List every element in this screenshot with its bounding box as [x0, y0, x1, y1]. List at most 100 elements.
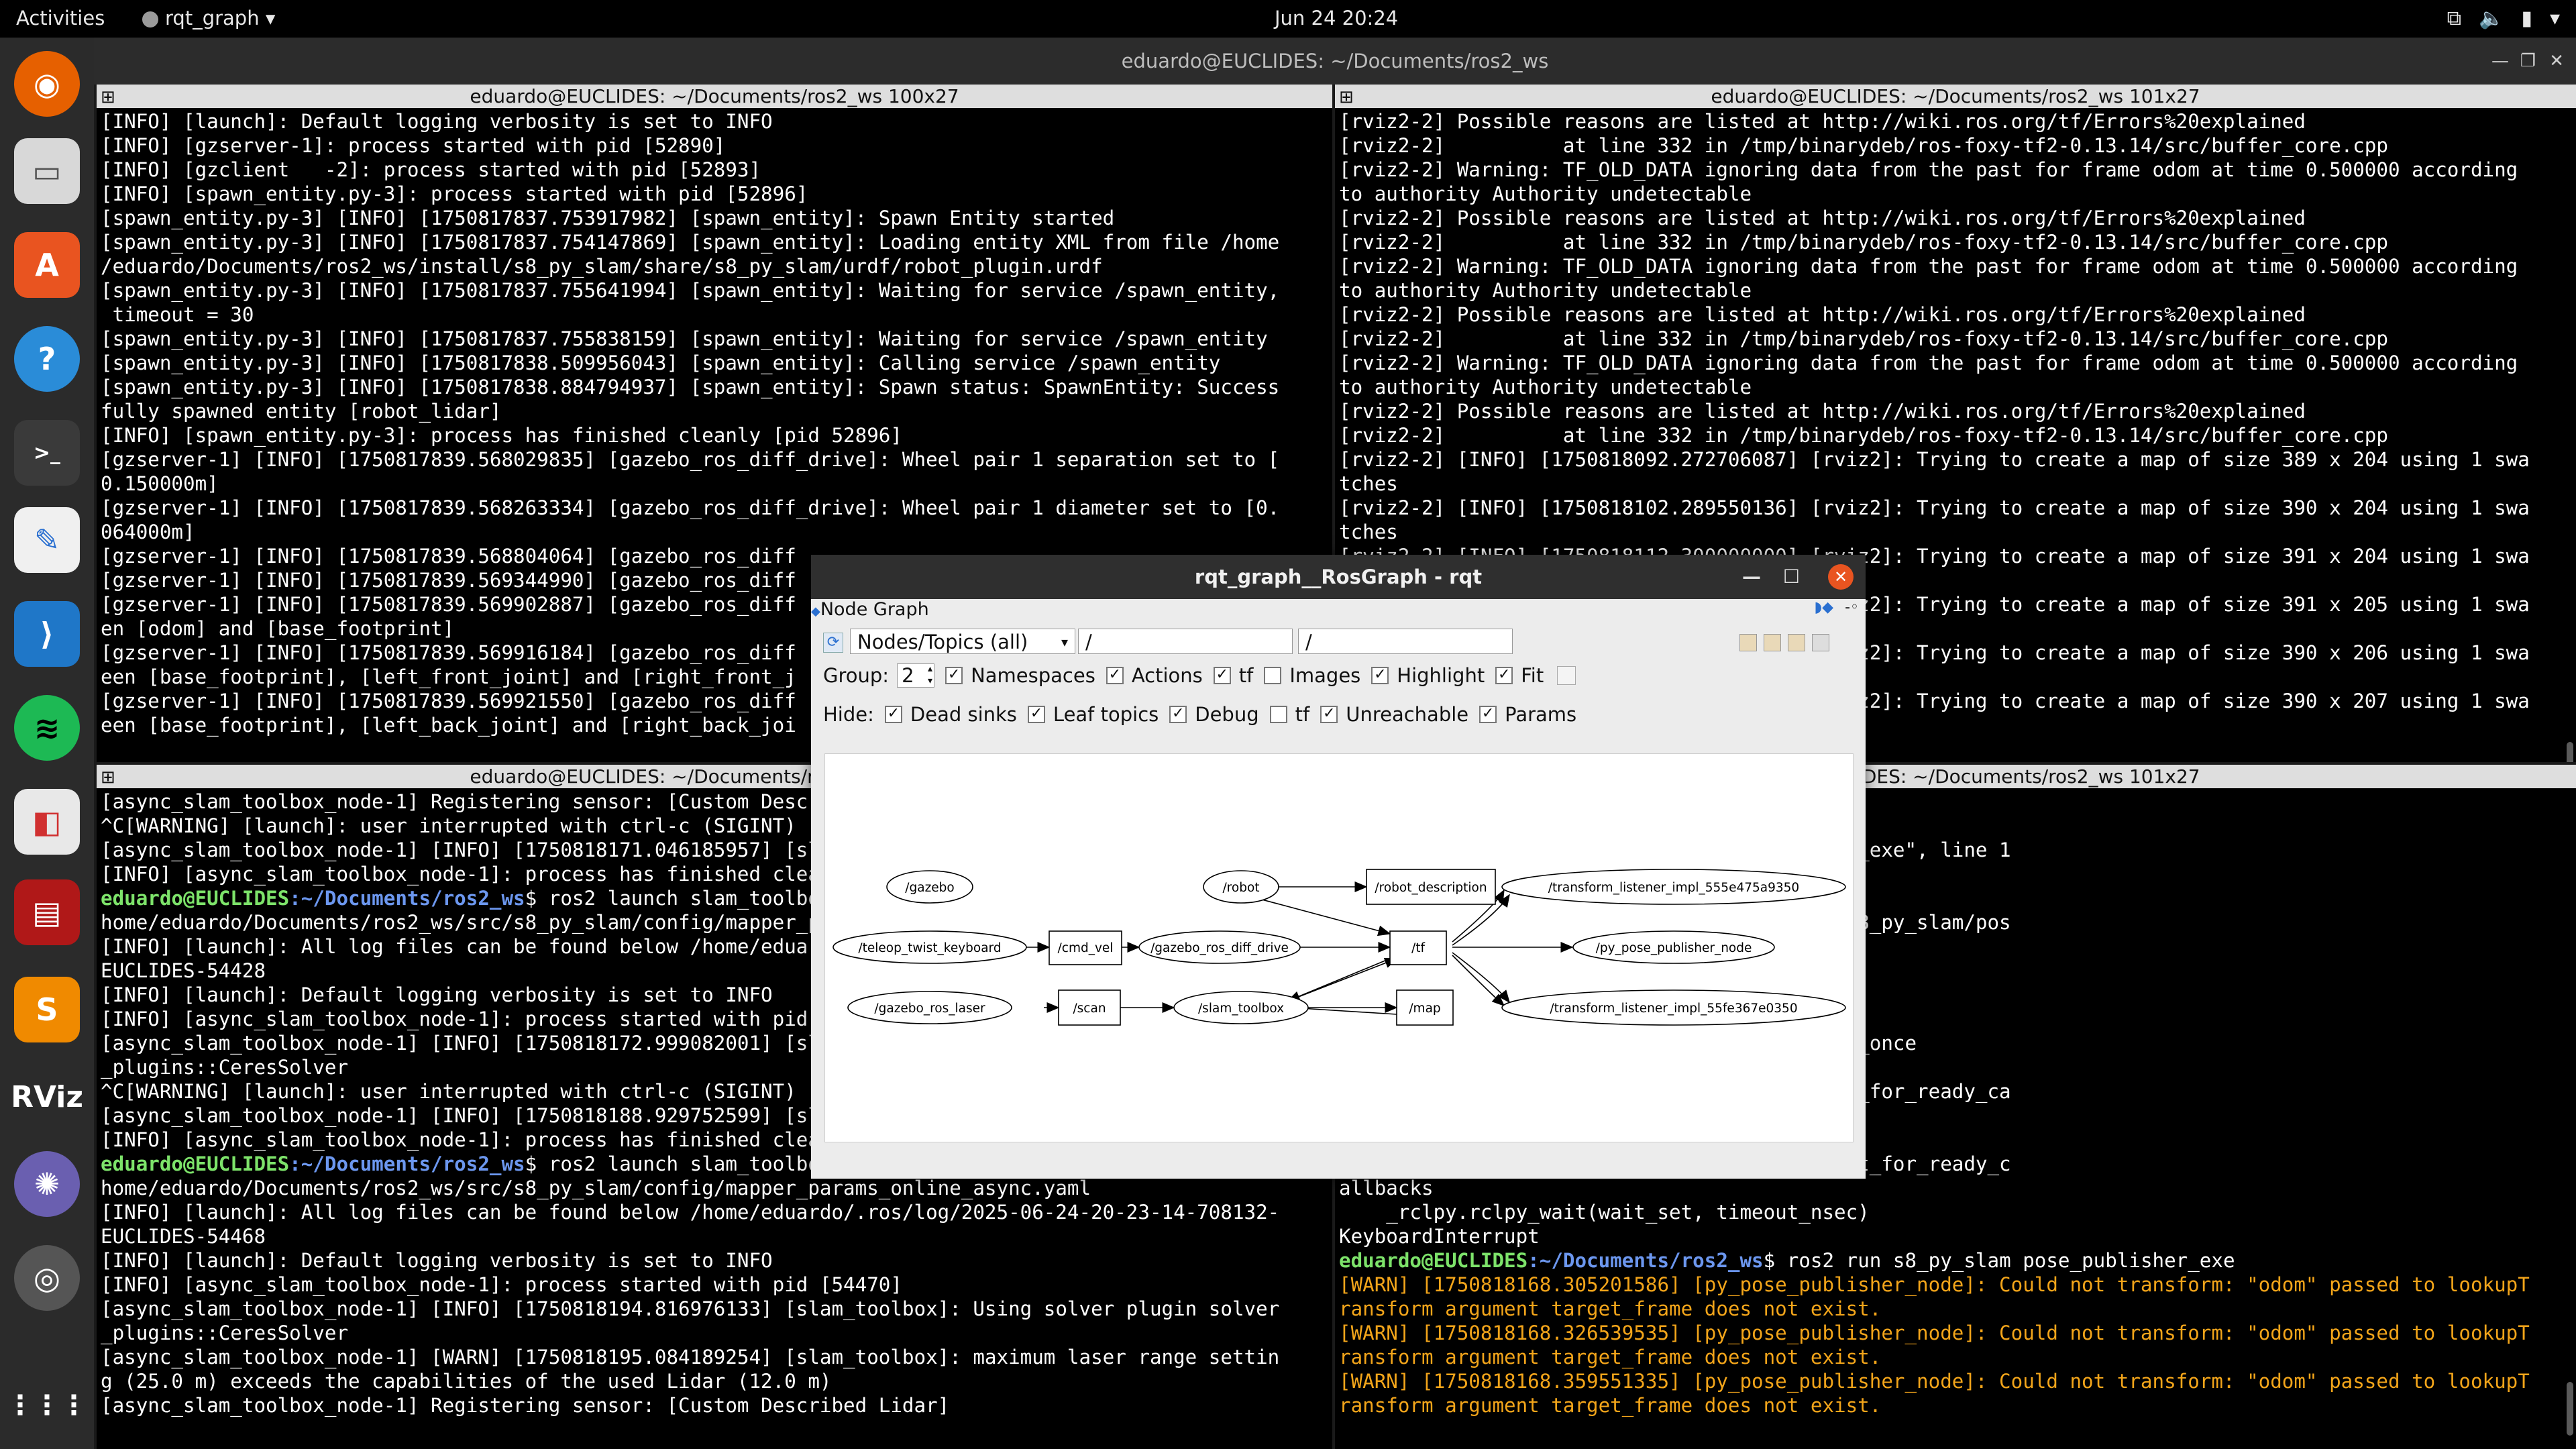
option-actions-checkbox[interactable]: ✓ Actions — [1099, 664, 1203, 687]
text-editor-icon[interactable]: ✎ — [14, 507, 80, 573]
files-icon[interactable]: ▭ — [14, 138, 80, 204]
checkbox-box[interactable]: ✓ — [1479, 706, 1497, 723]
checkbox-box[interactable]: ✓ — [1027, 706, 1045, 723]
pane-title-top-right: ⊞ eduardo@EUCLIDES: ~/Documents/ros2_ws 1… — [1335, 85, 2576, 108]
minimize-icon[interactable]: — — [1742, 555, 1761, 599]
terminal-line: [spawn_entity.py-3] [INFO] [1750817837.7… — [101, 327, 1268, 350]
option-highlight-checkbox[interactable]: ✓ Highlight — [1364, 664, 1485, 687]
save-dot-icon[interactable] — [1764, 634, 1781, 651]
close-icon[interactable]: ✕ — [1828, 564, 1854, 590]
dock-close-icon[interactable]: -◦ — [1845, 599, 1859, 616]
load-dot-icon[interactable] — [1739, 634, 1757, 651]
checkbox-box[interactable]: ✓ — [884, 706, 902, 723]
checkbox-label: Actions — [1131, 664, 1203, 687]
terminal-line: [INFO] [gzserver-1]: process started wit… — [101, 134, 726, 157]
topic-filter-input[interactable]: / — [1298, 629, 1513, 654]
vscode-icon[interactable]: ⟩ — [14, 601, 80, 667]
system-tray[interactable]: ⧉ 🔈 ▮ ▾ — [2447, 7, 2560, 30]
terminal-line: [gzserver-1] [INFO] [1750817839.56826333… — [101, 496, 1280, 519]
hide-params-checkbox[interactable]: ✓ Params — [1472, 703, 1576, 726]
show-apps-icon[interactable]: ⋮⋮⋮ — [7, 1373, 87, 1438]
terminal-title: eduardo@EUCLIDES: ~/Documents/ros2_ws — [1121, 50, 1549, 72]
disk-icon[interactable]: ◎ — [14, 1245, 80, 1311]
checkbox-box[interactable]: ✓ — [945, 667, 963, 684]
terminal-line: [rviz2-2] [INFO] [1750818092.272706087] … — [1339, 448, 2530, 471]
dock-options-icon[interactable]: ◗◆ — [1814, 599, 1833, 616]
terminal-line: [rviz2-2] at line 332 in /tmp/binarydeb/… — [1339, 231, 2388, 254]
split-grip-icon[interactable]: ⊞ — [101, 766, 115, 790]
mode-select[interactable]: Nodes/Topics (all) ▾ — [850, 629, 1075, 654]
terminal-icon[interactable]: >_ — [14, 420, 80, 486]
terminal-line: [INFO] [gzclient -2]: process started wi… — [101, 158, 761, 181]
app-menu-label: rqt_graph — [165, 7, 260, 30]
checkbox-box[interactable]: ✓ — [1320, 706, 1338, 723]
hide-tf-checkbox[interactable]: tf — [1263, 703, 1309, 726]
refresh-icon[interactable]: ⟳ — [823, 633, 843, 653]
maximize-icon[interactable]: ☐ — [1783, 555, 1800, 599]
checkbox-box[interactable] — [1264, 667, 1282, 684]
option-fit-checkbox[interactable]: ✓ Fit — [1489, 664, 1544, 687]
dock-grip-icon: ◆ — [811, 604, 820, 619]
checkbox-box[interactable]: ✓ — [1169, 706, 1187, 723]
checkbox-box[interactable]: ✓ — [1213, 667, 1231, 684]
activities-button[interactable]: Activities — [16, 7, 105, 30]
terminal-line: allbacks — [1339, 1177, 1434, 1199]
hide-dead-sinks-checkbox[interactable]: ✓ Dead sinks — [878, 703, 1017, 726]
terminal-line: to authority Authority undetectable — [1339, 182, 1752, 205]
terminal-line: _plugins::CeresSolver — [101, 1322, 349, 1344]
sublime-icon[interactable]: S — [14, 977, 80, 1042]
minimize-icon[interactable]: — — [2491, 38, 2509, 85]
close-icon[interactable]: ✕ — [2549, 38, 2564, 85]
rviz-icon[interactable]: RViz — [11, 1064, 83, 1130]
terminal-line: [rviz2-2] [INFO] [1750818102.289550136] … — [1339, 496, 2530, 519]
document-viewer-icon[interactable]: ◧ — [14, 789, 80, 855]
help-icon[interactable]: ? — [14, 326, 80, 392]
node-label: /py_pose_publisher_node — [1596, 941, 1752, 955]
terminal-titlebar[interactable]: eduardo@EUCLIDES: ~/Documents/ros2_ws — … — [94, 38, 2576, 85]
firefox-icon[interactable]: ◉ — [14, 51, 80, 117]
checkbox-box[interactable]: ✓ — [1106, 667, 1124, 684]
scrollbar[interactable] — [2567, 742, 2573, 762]
node-label: /robot — [1222, 881, 1259, 895]
remote-desktop-icon[interactable]: ▤ — [14, 879, 80, 945]
terminal-line: [spawn_entity.py-3] [INFO] [1750817838.5… — [101, 352, 1221, 374]
terminal-line: [async_slam_toolbox_node-1] Registering … — [101, 1394, 950, 1417]
namespace-filter-input[interactable]: / — [1078, 629, 1293, 654]
terminal-line: KeyboardInterrupt — [1339, 1225, 1540, 1248]
checkbox-box[interactable] — [1269, 706, 1287, 723]
terminal-line: fully spawned entity [robot_lidar] — [101, 400, 502, 423]
network-icon: ⧉ — [2447, 7, 2462, 30]
spotify-icon[interactable]: ≋ — [14, 695, 80, 761]
split-grip-icon[interactable]: ⊞ — [1339, 86, 1354, 109]
scrollbar[interactable] — [2567, 1382, 2573, 1436]
rqt-titlebar[interactable]: rqt_graph__RosGraph - rqt — ☐ ✕ — [811, 555, 1866, 599]
option-namespaces-checkbox[interactable]: ✓ Namespaces — [938, 664, 1095, 687]
spinbox-arrows-icon[interactable]: ▴ ▾ — [928, 663, 932, 687]
terminal-line: EUCLIDES-54468 — [101, 1225, 266, 1248]
pane-title-top-left: ⊞ eduardo@EUCLIDES: ~/Documents/ros2_ws 1… — [97, 85, 1332, 108]
save-svg-icon[interactable] — [1788, 634, 1805, 651]
rqt-icon[interactable]: ✺ — [14, 1151, 80, 1217]
namespace-filter-value: / — [1085, 631, 1092, 653]
app-menu[interactable]: rqt_graph ▾ — [142, 7, 275, 30]
split-grip-icon[interactable]: ⊞ — [101, 86, 115, 109]
hide-unreachable-checkbox[interactable]: ✓ Unreachable — [1313, 703, 1468, 726]
maximize-icon[interactable]: ❐ — [2520, 38, 2536, 85]
terminal-line: [gzserver-1] [INFO] [1750817839.56802983… — [101, 448, 1280, 471]
topic-label: /tf — [1411, 941, 1425, 955]
group-spinbox[interactable]: 2 ▴ ▾ — [897, 663, 935, 688]
software-center-icon[interactable]: A — [14, 232, 80, 298]
save-image-icon[interactable] — [1812, 634, 1829, 651]
options-extra-icon[interactable] — [1557, 666, 1576, 685]
option-tf-checkbox[interactable]: ✓ tf — [1207, 664, 1253, 687]
terminal-line: /eduardo/Documents/ros2_ws/install/s8_py… — [101, 255, 1103, 278]
terminal-line: _rclpy.rclpy_wait(wait_set, timeout_nsec… — [1339, 1201, 1870, 1224]
clock[interactable]: Jun 24 20:24 — [1275, 7, 1398, 30]
option-images-checkbox[interactable]: Images — [1257, 664, 1360, 687]
graph-canvas[interactable]: /gazebo /teleop_twist_keyboard /cmd_vel … — [824, 753, 1854, 1142]
hide-debug-checkbox[interactable]: ✓ Debug — [1163, 703, 1259, 726]
checkbox-box[interactable]: ✓ — [1495, 667, 1513, 684]
checkbox-box[interactable]: ✓ — [1371, 667, 1389, 684]
top-bar: Activities rqt_graph ▾ Jun 24 20:24 ⧉ 🔈 … — [0, 0, 2576, 38]
hide-leaf-topics-checkbox[interactable]: ✓ Leaf topics — [1021, 703, 1159, 726]
